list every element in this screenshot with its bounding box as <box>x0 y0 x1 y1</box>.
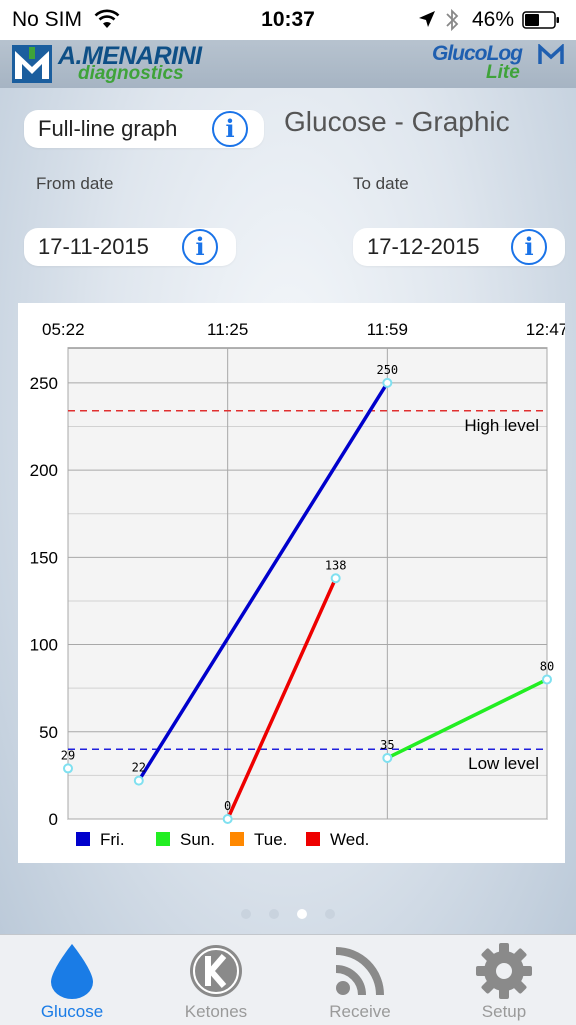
glucose-chart[interactable]: 0 50 100 150 200 250 05:22 11:25 11:59 12:47 High … <box>18 303 565 863</box>
legend-label: Wed. <box>330 830 369 849</box>
reference-line-label: High level <box>464 416 539 435</box>
to-date-info-icon[interactable]: i <box>511 229 547 265</box>
signal-icon <box>335 947 384 996</box>
legend-swatch <box>156 832 170 846</box>
legend-swatch <box>230 832 244 846</box>
from-date-field[interactable]: 17-11-2015 i <box>24 228 236 266</box>
data-label: 35 <box>380 738 394 752</box>
page-dot[interactable] <box>241 909 251 919</box>
tab-setup-label: Setup <box>481 1002 527 1021</box>
brand-header: A.MENARINI diagnostics GlucoLog Lite <box>0 40 576 88</box>
legend-swatch <box>306 832 320 846</box>
graph-mode-label: Full-line graph <box>38 116 178 141</box>
page-indicator[interactable] <box>0 906 576 919</box>
page-dot-active[interactable] <box>297 909 307 919</box>
location-arrow-icon <box>419 11 435 27</box>
page-dot[interactable] <box>269 909 279 919</box>
page-title: Glucose - Graphic <box>284 106 510 137</box>
app-subtitle: Lite <box>486 62 520 83</box>
data-point <box>330 573 341 584</box>
data-point <box>133 775 144 786</box>
x-tick-label: 05:22 <box>42 320 85 339</box>
tab-receive[interactable]: Receive <box>288 935 432 1025</box>
data-label: 29 <box>61 748 75 762</box>
from-date-label: From date <box>36 174 114 193</box>
data-label: 0 <box>224 799 231 813</box>
data-point <box>382 752 393 763</box>
data-point <box>222 814 233 824</box>
tab-glucose-label: Glucose <box>40 1002 104 1021</box>
tab-bar: Glucose Ketones Receive Setup <box>0 934 576 1025</box>
ketone-k-icon <box>190 945 242 997</box>
battery-icon <box>522 11 559 29</box>
tab-glucose[interactable]: Glucose <box>0 935 144 1025</box>
menarini-logo-icon <box>12 45 52 83</box>
page-dot[interactable] <box>325 909 335 919</box>
gear-icon <box>476 943 532 999</box>
tab-ketones-label: Ketones <box>184 1002 248 1021</box>
from-date-info-icon[interactable]: i <box>182 229 218 265</box>
legend-swatch <box>76 832 90 846</box>
y-tick-label: 100 <box>30 636 58 655</box>
tab-receive-label: Receive <box>329 1002 391 1021</box>
y-tick-label: 50 <box>39 723 58 742</box>
from-date-value: 17-11-2015 <box>38 234 149 259</box>
x-tick-label: 11:59 <box>367 320 408 339</box>
reference-line-label: Low level <box>468 754 539 773</box>
to-date-field[interactable]: 17-12-2015 i <box>353 228 565 266</box>
status-bar: No SIM 10:37 46% <box>0 0 576 40</box>
data-label: 250 <box>376 363 398 377</box>
y-tick-label: 0 <box>49 810 58 829</box>
data-label: 80 <box>540 659 554 673</box>
y-tick-label: 200 <box>30 461 58 480</box>
tab-ketones[interactable]: Ketones <box>144 935 288 1025</box>
company-subtitle: diagnostics <box>78 63 184 84</box>
data-point <box>382 377 393 388</box>
tab-setup[interactable]: Setup <box>432 935 576 1025</box>
data-label: 138 <box>325 558 347 572</box>
bluetooth-icon <box>446 8 459 32</box>
x-tick-label: 12:47 <box>526 320 565 339</box>
y-tick-label: 250 <box>30 374 58 393</box>
data-point <box>542 674 552 685</box>
info-icon[interactable]: i <box>212 111 248 147</box>
legend-label: Tue. <box>254 830 287 849</box>
legend-label: Fri. <box>100 830 125 849</box>
y-tick-label: 150 <box>30 548 58 567</box>
data-point <box>63 763 73 774</box>
battery-percent: 46% <box>472 8 515 31</box>
app-logo-icon <box>538 44 564 64</box>
x-tick-label: 11:25 <box>207 320 248 339</box>
legend-label: Sun. <box>180 830 215 849</box>
chart-canvas: 0 50 100 150 200 250 05:22 11:25 11:59 12:47 High … <box>30 320 565 849</box>
data-label: 22 <box>132 761 146 775</box>
to-date-value: 17-12-2015 <box>367 234 480 259</box>
graph-mode-selector[interactable]: Full-line graph i <box>24 110 264 148</box>
to-date-label: To date <box>353 174 409 193</box>
drop-icon <box>51 944 93 999</box>
